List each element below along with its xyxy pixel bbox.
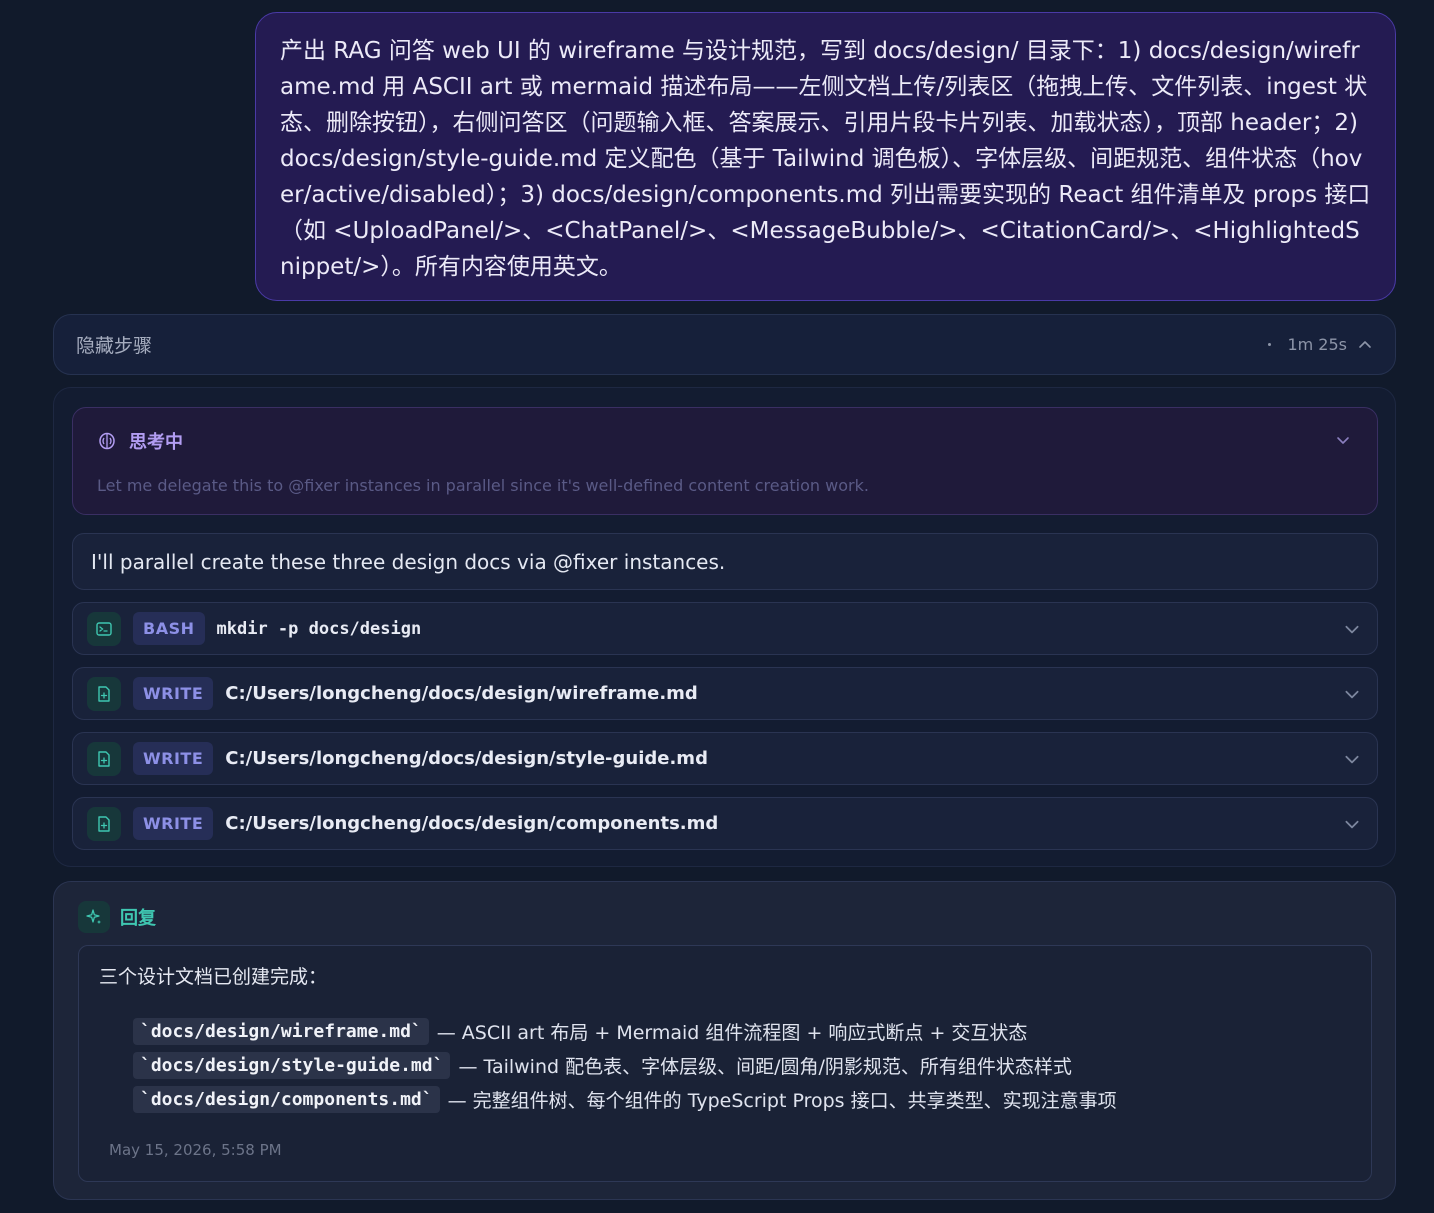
tool-tag: BASH <box>133 612 205 645</box>
doc-description: — ASCII art 布局 + Mermaid 组件流程图 + 响应式断点 +… <box>436 1021 1028 1044</box>
doc-description: — 完整组件树、每个组件的 TypeScript Props 接口、共享类型、实… <box>447 1089 1117 1112</box>
message-timestamp: May 15, 2026, 5:58 PM <box>109 1141 282 1159</box>
reply-label: 回复 <box>120 908 156 929</box>
tool-tag: WRITE <box>133 677 214 710</box>
reply-panel: 回复 三个设计文档已创建完成： `docs/design/wireframe.m… <box>53 881 1396 1200</box>
steps-duration-text: 1m 25s <box>1287 335 1347 354</box>
tool-command: C:/Users/longcheng/docs/design/wireframe… <box>225 683 698 704</box>
thinking-block[interactable]: 思考中 Let me delegate this to @fixer insta… <box>72 407 1378 515</box>
chat-page: 产出 RAG 问答 web UI 的 wireframe 与设计规范，写到 do… <box>0 0 1434 1213</box>
user-message-bubble: 产出 RAG 问答 web UI 的 wireframe 与设计规范，写到 do… <box>255 12 1396 301</box>
tool-tag: WRITE <box>133 807 214 840</box>
tool-row-write-style-guide[interactable]: WRITE C:/Users/longcheng/docs/design/sty… <box>72 732 1378 785</box>
doc-list: `docs/design/wireframe.md` — ASCII art 布… <box>133 1014 1117 1116</box>
chevron-down-icon[interactable] <box>1343 750 1361 768</box>
tool-command: C:/Users/longcheng/docs/design/style-gui… <box>225 748 708 769</box>
brain-icon <box>97 431 117 451</box>
hide-steps-label: 隐藏步骤 <box>76 335 153 357</box>
steps-duration: 1m 25s <box>1268 335 1373 354</box>
list-item: `docs/design/wireframe.md` — ASCII art 布… <box>133 1014 1117 1048</box>
tool-tag: WRITE <box>133 742 214 775</box>
list-item: `docs/design/components.md` — 完整组件树、每个组件… <box>133 1082 1117 1116</box>
tool-command: C:/Users/longcheng/docs/design/component… <box>225 813 719 834</box>
doc-path-code: `docs/design/style-guide.md` <box>133 1051 451 1079</box>
sparkle-icon <box>78 901 110 933</box>
assistant-message-text: I'll parallel create these three design … <box>91 549 726 574</box>
reply-intro: 三个设计文档已创建完成： <box>99 966 328 988</box>
file-plus-icon <box>87 741 121 776</box>
reply-content: 三个设计文档已创建完成： `docs/design/wireframe.md` … <box>78 945 1372 1182</box>
chevron-down-icon[interactable] <box>1335 432 1351 452</box>
chevron-down-icon[interactable] <box>1343 815 1361 833</box>
thinking-header: 思考中 <box>97 428 183 454</box>
thinking-text: Let me delegate this to @fixer instances… <box>97 476 869 495</box>
chevron-down-icon[interactable] <box>1343 620 1361 638</box>
chevron-down-icon[interactable] <box>1343 685 1361 703</box>
doc-path-code: `docs/design/wireframe.md` <box>133 1017 429 1045</box>
reply-header: 回复 <box>78 901 156 933</box>
thinking-label: 思考中 <box>129 432 183 453</box>
file-plus-icon <box>87 676 121 711</box>
hide-steps-toggle[interactable]: 隐藏步骤 1m 25s <box>53 314 1396 375</box>
doc-path-code: `docs/design/components.md` <box>133 1085 440 1113</box>
file-plus-icon <box>87 806 121 841</box>
separator-dot <box>1268 343 1272 346</box>
user-message-text: 产出 RAG 问答 web UI 的 wireframe 与设计规范，写到 do… <box>280 38 1371 280</box>
tool-row-write-components[interactable]: WRITE C:/Users/longcheng/docs/design/com… <box>72 797 1378 850</box>
assistant-message: I'll parallel create these three design … <box>72 533 1378 590</box>
tool-row-write-wireframe[interactable]: WRITE C:/Users/longcheng/docs/design/wir… <box>72 667 1378 720</box>
terminal-icon <box>87 611 121 646</box>
steps-panel: 思考中 Let me delegate this to @fixer insta… <box>53 387 1396 867</box>
tool-command: mkdir -p docs/design <box>216 618 422 639</box>
list-item: `docs/design/style-guide.md` — Tailwind … <box>133 1048 1117 1082</box>
tool-row-bash[interactable]: BASH mkdir -p docs/design <box>72 602 1378 655</box>
doc-description: — Tailwind 配色表、字体层级、间距/圆角/阴影规范、所有组件状态样式 <box>458 1055 1072 1078</box>
chevron-up-icon <box>1357 337 1373 353</box>
